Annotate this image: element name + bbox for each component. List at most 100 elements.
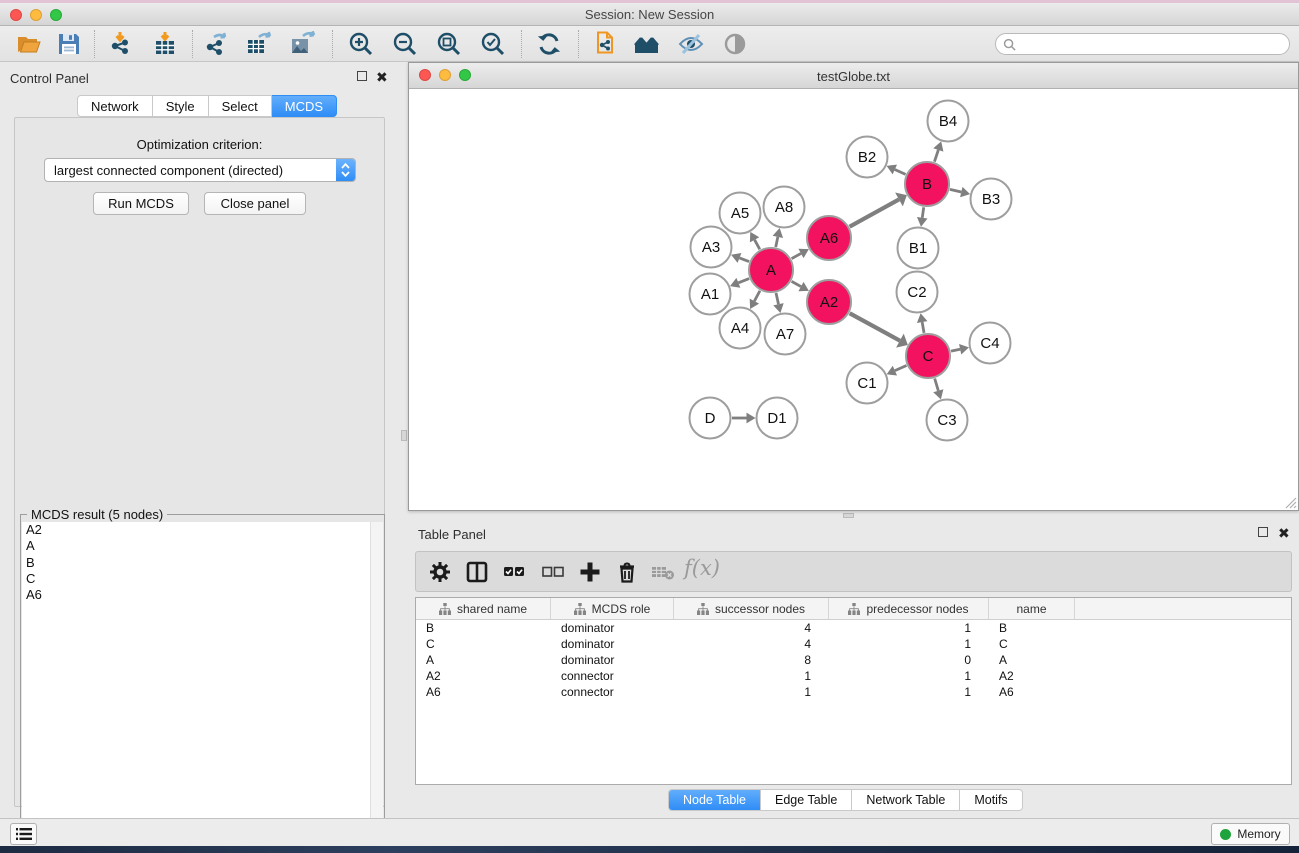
cell-shared-name: B	[416, 621, 551, 635]
hierarchy-icon	[574, 603, 586, 615]
tab-node-table[interactable]: Node Table	[669, 790, 760, 810]
toolbar-divider	[578, 30, 579, 58]
edge-A-A1[interactable]	[738, 279, 749, 283]
graph-node-label: B1	[909, 240, 927, 257]
tab-mcds[interactable]: MCDS	[272, 95, 337, 117]
resize-grip-icon[interactable]	[1284, 496, 1297, 509]
export-image-icon[interactable]	[290, 31, 316, 57]
delete-table-icon[interactable]	[651, 560, 675, 584]
run-mcds-button[interactable]: Run MCDS	[93, 192, 189, 215]
hide-selected-eye-icon[interactable]	[678, 31, 704, 57]
edge-A-A3[interactable]	[739, 258, 749, 262]
show-panels-list-button[interactable]	[10, 823, 37, 845]
refresh-icon[interactable]	[536, 31, 562, 57]
select-stepper-icon	[336, 159, 355, 181]
table-row[interactable]: A6connector11A6	[416, 684, 1291, 700]
graph-node-label: C	[923, 348, 934, 365]
graph-node-label: A1	[701, 286, 719, 303]
table-row[interactable]: A2connector11A2	[416, 668, 1291, 684]
zoom-fit-icon[interactable]	[436, 31, 462, 57]
column-header-successor-nodes[interactable]: successor nodes	[674, 598, 829, 619]
mcds-result-item[interactable]: A6	[22, 587, 383, 603]
search-input[interactable]	[1016, 37, 1289, 51]
edge-A-A5[interactable]	[755, 240, 760, 250]
memory-button[interactable]: Memory	[1211, 823, 1290, 845]
table-settings-gear-icon[interactable]	[428, 560, 452, 584]
tab-motifs[interactable]: Motifs	[959, 790, 1021, 810]
close-table-panel-icon[interactable]: ✖	[1278, 527, 1290, 539]
unselect-all-columns-icon[interactable]	[541, 560, 565, 584]
zoom-in-icon[interactable]	[348, 31, 374, 57]
delete-column-trash-icon[interactable]	[615, 560, 639, 584]
show-column-panel-icon[interactable]	[465, 560, 489, 584]
optimization-criterion-select[interactable]: largest connected component (directed)	[44, 158, 356, 182]
close-panel-icon[interactable]: ✖	[376, 71, 388, 83]
optimization-criterion-label: Optimization criterion:	[15, 137, 384, 152]
create-column-plus-icon[interactable]	[578, 560, 602, 584]
home-icon[interactable]	[634, 31, 660, 57]
edge-B-B4[interactable]	[934, 150, 938, 162]
graph-node-label: A6	[820, 230, 838, 247]
zoom-out-icon[interactable]	[392, 31, 418, 57]
edge-C-C4[interactable]	[951, 349, 960, 351]
close-panel-button[interactable]: Close panel	[204, 192, 306, 215]
mcds-result-item[interactable]: C	[22, 571, 383, 587]
save-session-icon[interactable]	[56, 31, 82, 57]
import-network-icon[interactable]	[108, 31, 134, 57]
mcds-result-item[interactable]: A2	[22, 522, 383, 538]
edge-A6-B[interactable]	[850, 199, 899, 226]
window-titlebar: Session: New Session	[0, 3, 1299, 26]
column-header-MCDS-role[interactable]: MCDS role	[551, 598, 674, 619]
edge-A-A7[interactable]	[776, 293, 778, 304]
table-row[interactable]: Adominator80A	[416, 652, 1291, 668]
network-canvas[interactable]: B4B2BB3A5A8A6B1A3AA1C2A2A4A7C4CC1C3DD1	[409, 89, 1298, 510]
edge-B-B3[interactable]	[950, 189, 961, 192]
column-header-shared-name[interactable]: shared name	[416, 598, 551, 619]
scrollbar-track[interactable]	[370, 522, 383, 852]
main-toolbar	[0, 26, 1299, 62]
mcds-result-item[interactable]: B	[22, 555, 383, 571]
tab-select[interactable]: Select	[209, 95, 272, 117]
select-all-columns-icon[interactable]	[502, 560, 526, 584]
column-header-predecessor-nodes[interactable]: predecessor nodes	[829, 598, 989, 619]
graph-node-label: B4	[939, 113, 957, 130]
table-row[interactable]: Bdominator41B	[416, 620, 1291, 636]
search-field[interactable]	[995, 33, 1290, 55]
hierarchy-icon	[697, 603, 709, 615]
vertical-splitter-grip[interactable]	[401, 430, 407, 441]
edge-C-C1[interactable]	[895, 366, 907, 371]
network-file-icon[interactable]	[592, 31, 618, 57]
cell-shared-name: A6	[416, 685, 551, 699]
export-table-icon[interactable]	[246, 31, 272, 57]
eye-icon[interactable]	[722, 31, 748, 57]
export-network-icon[interactable]	[204, 31, 230, 57]
open-file-icon[interactable]	[16, 31, 42, 57]
function-builder-icon[interactable]: f(x)	[684, 556, 708, 580]
tab-edge-table[interactable]: Edge Table	[760, 790, 851, 810]
network-graph[interactable]: B4B2BB3A5A8A6B1A3AA1C2A2A4A7C4CC1C3DD1	[409, 89, 1298, 510]
edge-B-B1[interactable]	[922, 207, 923, 218]
edge-A-A6[interactable]	[792, 253, 801, 258]
edge-A-A8[interactable]	[776, 237, 778, 247]
float-table-panel-icon[interactable]	[1258, 527, 1268, 539]
mcds-result-item[interactable]: A	[22, 538, 383, 554]
tab-network[interactable]: Network	[77, 95, 153, 117]
table-header-row: shared nameMCDS rolesuccessor nodesprede…	[416, 598, 1291, 620]
zoom-selected-icon[interactable]	[480, 31, 506, 57]
tab-style[interactable]: Style	[153, 95, 209, 117]
float-panel-icon[interactable]	[357, 71, 367, 83]
edge-B-B2[interactable]	[895, 170, 906, 175]
edge-A-A2[interactable]	[792, 281, 801, 286]
network-window-titlebar[interactable]: testGlobe.txt	[409, 63, 1298, 89]
mcds-result-list[interactable]: A2ABCA6	[22, 522, 383, 852]
edge-C-C2[interactable]	[922, 322, 924, 333]
edge-A-A4[interactable]	[754, 291, 760, 301]
edge-C-C3[interactable]	[935, 379, 939, 391]
tab-network-table[interactable]: Network Table	[851, 790, 959, 810]
cell-name: B	[989, 621, 1075, 635]
column-header-name[interactable]: name	[989, 598, 1075, 619]
table-row[interactable]: Cdominator41C	[416, 636, 1291, 652]
edge-A2-C[interactable]	[850, 313, 900, 340]
import-table-icon[interactable]	[152, 31, 178, 57]
node-table[interactable]: shared nameMCDS rolesuccessor nodesprede…	[415, 597, 1292, 785]
